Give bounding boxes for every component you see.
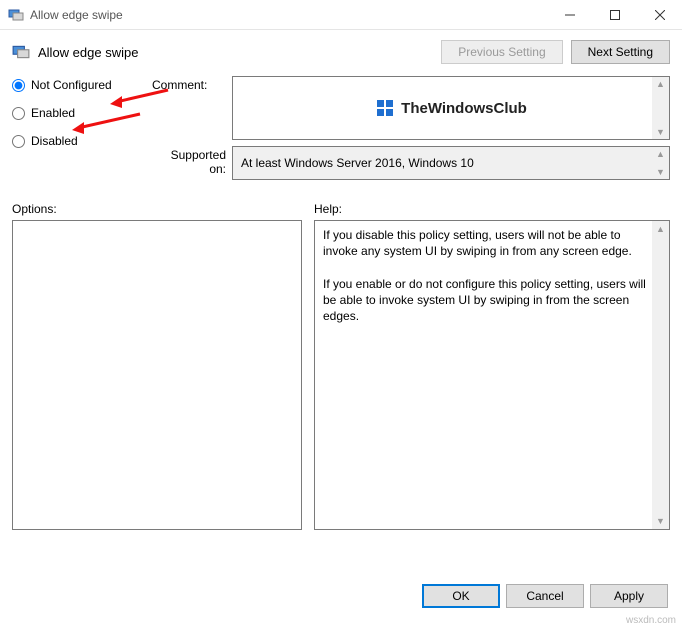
comment-field[interactable]: TheWindowsClub ▲ ▼ — [232, 76, 670, 140]
comment-label: Comment: — [152, 76, 232, 92]
windows-logo-icon — [375, 98, 395, 118]
policy-icon — [12, 43, 30, 61]
help-label: Help: — [314, 202, 670, 216]
radio-enabled-input[interactable] — [12, 107, 25, 120]
cancel-button[interactable]: Cancel — [506, 584, 584, 608]
next-setting-button[interactable]: Next Setting — [571, 40, 670, 64]
supported-label: Supported on: — [152, 146, 232, 176]
help-text-p2: If you enable or do not configure this p… — [323, 276, 647, 325]
radio-disabled[interactable]: Disabled — [12, 134, 152, 148]
supported-scrollbar[interactable]: ▲ ▼ — [652, 147, 669, 179]
scroll-up-icon: ▲ — [656, 221, 665, 237]
window-title: Allow edge swipe — [30, 8, 547, 22]
maximize-button[interactable] — [592, 0, 637, 29]
previous-setting-button[interactable]: Previous Setting — [441, 40, 562, 64]
supported-on-field: At least Windows Server 2016, Windows 10… — [232, 146, 670, 180]
help-scrollbar[interactable]: ▲ ▼ — [652, 221, 669, 529]
close-button[interactable] — [637, 0, 682, 29]
watermark: wsxdn.com — [626, 615, 676, 626]
thewindowsclub-logo: TheWindowsClub — [375, 98, 527, 118]
scroll-down-icon: ▼ — [656, 513, 665, 529]
help-panel: If you disable this policy setting, user… — [314, 220, 670, 530]
radio-disabled-input[interactable] — [12, 135, 25, 148]
radio-disabled-label: Disabled — [31, 134, 78, 148]
radio-not-configured[interactable]: Not Configured — [12, 78, 152, 92]
scroll-down-icon: ▼ — [656, 125, 665, 139]
titlebar: Allow edge swipe — [0, 0, 682, 30]
apply-button[interactable]: Apply — [590, 584, 668, 608]
options-label: Options: — [12, 202, 302, 216]
logo-text: TheWindowsClub — [401, 100, 527, 117]
scroll-up-icon: ▲ — [656, 147, 665, 161]
app-icon — [8, 7, 24, 23]
supported-on-text: At least Windows Server 2016, Windows 10 — [241, 156, 474, 170]
policy-name: Allow edge swipe — [38, 45, 433, 60]
radio-enabled-label: Enabled — [31, 106, 75, 120]
scroll-up-icon: ▲ — [656, 77, 665, 91]
options-panel — [12, 220, 302, 530]
ok-button[interactable]: OK — [422, 584, 500, 608]
minimize-button[interactable] — [547, 0, 592, 29]
radio-not-configured-label: Not Configured — [31, 78, 112, 92]
policy-header: Allow edge swipe Previous Setting Next S… — [0, 30, 682, 76]
radio-enabled[interactable]: Enabled — [12, 106, 152, 120]
help-text-p1: If you disable this policy setting, user… — [323, 227, 647, 259]
state-radio-group: Not Configured Enabled Disabled — [12, 76, 152, 186]
window-controls — [547, 0, 682, 29]
scroll-down-icon: ▼ — [656, 165, 665, 179]
comment-scrollbar[interactable]: ▲ ▼ — [652, 77, 669, 139]
dialog-buttons: OK Cancel Apply — [422, 584, 668, 608]
radio-not-configured-input[interactable] — [12, 79, 25, 92]
